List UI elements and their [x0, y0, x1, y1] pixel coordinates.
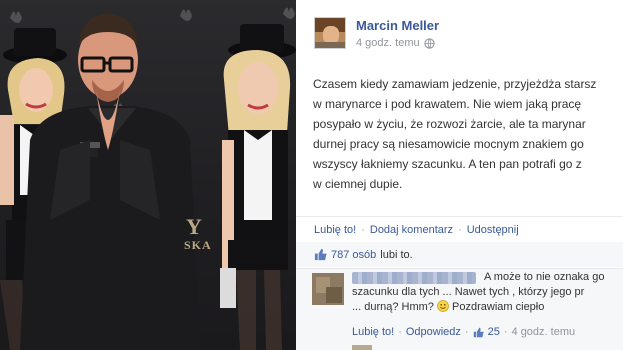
likes-summary: 787 osób lubi to.	[296, 242, 623, 268]
post-text-line: durnej pracy są niesamowicie mocnym znak…	[313, 137, 584, 151]
facebook-post: Marcin Meller 4 godz. temu Czasem kiedy …	[296, 0, 623, 350]
comment-actions: Lubię to! · Odpowiedz · 25 · 4 godz. tem…	[352, 326, 575, 338]
like-button[interactable]: Lubię to!	[314, 224, 356, 236]
author-avatar[interactable]	[314, 17, 346, 49]
post-text-line: Czasem kiedy zamawiam jedzenie, przyjeżd…	[313, 77, 597, 91]
sponsor-logo-fragment: SKA	[184, 238, 212, 252]
post-text-line: wszyscy łakniemy szacunku. A ten pan pot…	[313, 157, 582, 171]
comment-like-count[interactable]: 25	[488, 326, 500, 338]
comment-text-fragment: ... durną? Hmm?	[352, 301, 434, 313]
post-text-line: w ciemnej dupie.	[313, 177, 403, 191]
event-photo: Y SKA	[0, 0, 296, 350]
comment-timestamp[interactable]: 4 godz. temu	[512, 326, 576, 338]
comment-text-line-3: ... durną? Hmm? Pozdrawiam ciepło	[352, 300, 604, 315]
separator: ·	[361, 223, 365, 236]
comment-text-line: szacunku dla tych ... Nawet tych , którz…	[352, 286, 585, 298]
post-header: Marcin Meller 4 godz. temu	[296, 0, 623, 62]
post-text: Czasem kiedy zamawiam jedzenie, przyjeżd…	[313, 74, 623, 194]
smile-emoticon-icon	[437, 300, 449, 312]
feedback-section: 787 osób lubi to. A może to nie oznaka g…	[296, 242, 623, 350]
post-actions: Lubię to! · Dodaj komentarz · Udostępnij	[296, 216, 623, 242]
event-photo-illustration	[0, 7, 296, 350]
separator: ·	[398, 326, 402, 338]
post-timestamp[interactable]: 4 godz. temu	[356, 37, 420, 49]
sponsor-logo-fragment-y: Y	[186, 214, 202, 239]
separator: ·	[503, 326, 508, 338]
globe-icon[interactable]	[423, 37, 435, 49]
thumbs-up-icon	[473, 327, 484, 337]
post-text-line: posypało w życiu, że rozwozi żarcie, ale…	[313, 117, 586, 131]
share-button[interactable]: Udostępnij	[467, 224, 519, 236]
comment-text-line: A może to nie oznaka go	[484, 271, 605, 283]
thumbs-up-icon	[314, 248, 327, 261]
comment-text: A może to nie oznaka go szacunku dla tyc…	[352, 270, 604, 315]
separator: ·	[464, 326, 469, 338]
comment: A może to nie oznaka go szacunku dla tyc…	[296, 268, 623, 348]
likes-suffix: lubi to.	[380, 248, 413, 261]
comment-reply-button[interactable]: Odpowiedz	[406, 326, 461, 338]
comment-like-button[interactable]: Lubię to!	[352, 326, 394, 338]
add-comment-button[interactable]: Dodaj komentarz	[370, 224, 453, 236]
commenter-avatar[interactable]	[312, 273, 344, 305]
separator: ·	[458, 223, 462, 236]
post-text-line: w marynarce i pod krawatem. Nie wiem jak…	[313, 97, 582, 111]
likes-count-link[interactable]: 787 osób	[331, 249, 376, 261]
next-comment-avatar-fragment	[352, 345, 372, 350]
comment-text-fragment: Pozdrawiam ciepło	[452, 301, 545, 313]
post-meta: 4 godz. temu	[356, 37, 435, 49]
author-name-link[interactable]: Marcin Meller	[356, 18, 439, 33]
